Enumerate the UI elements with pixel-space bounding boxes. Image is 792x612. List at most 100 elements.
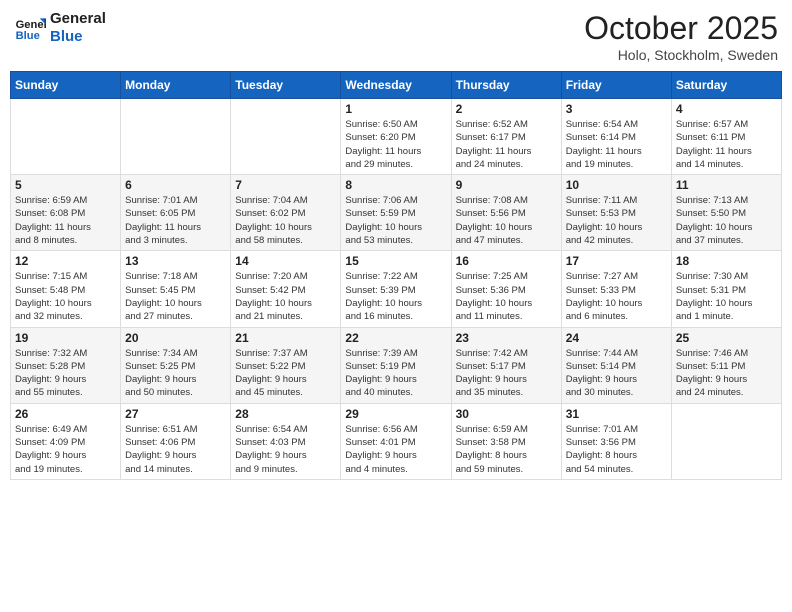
calendar-cell: 18Sunrise: 7:30 AM Sunset: 5:31 PM Dayli…	[671, 251, 781, 327]
day-info: Sunrise: 7:08 AM Sunset: 5:56 PM Dayligh…	[456, 194, 557, 247]
weekday-header: Wednesday	[341, 72, 451, 99]
day-info: Sunrise: 7:18 AM Sunset: 5:45 PM Dayligh…	[125, 270, 226, 323]
day-number: 17	[566, 254, 667, 268]
calendar-cell: 2 Sunrise: 6:52 AM Sunset: 6:17 PM Daylig…	[451, 99, 561, 175]
day-info: Sunrise: 7:27 AM Sunset: 5:33 PM Dayligh…	[566, 270, 667, 323]
day-number: 23	[456, 331, 557, 345]
day-info: Sunrise: 7:44 AM Sunset: 5:14 PM Dayligh…	[566, 347, 667, 400]
title-block: October 2025 Holo, Stockholm, Sweden	[584, 10, 778, 63]
day-number: 5	[15, 178, 116, 192]
calendar-cell: 19Sunrise: 7:32 AM Sunset: 5:28 PM Dayli…	[11, 327, 121, 403]
day-info: Sunrise: 7:01 AM Sunset: 3:56 PM Dayligh…	[566, 423, 667, 476]
day-info: Sunrise: 7:42 AM Sunset: 5:17 PM Dayligh…	[456, 347, 557, 400]
calendar-cell	[11, 99, 121, 175]
calendar-cell: 23 Sunrise: 7:42 AM Sunset: 5:17 PM Dayli…	[451, 327, 561, 403]
day-info: Sunrise: 7:06 AM Sunset: 5:59 PM Dayligh…	[345, 194, 446, 247]
calendar-cell: 17 Sunrise: 7:27 AM Sunset: 5:33 PM Dayli…	[561, 251, 671, 327]
day-number: 9	[456, 178, 557, 192]
day-info: Sunrise: 7:34 AM Sunset: 5:25 PM Dayligh…	[125, 347, 226, 400]
calendar-week-row: 19Sunrise: 7:32 AM Sunset: 5:28 PM Dayli…	[11, 327, 782, 403]
day-info: Sunrise: 6:56 AM Sunset: 4:01 PM Dayligh…	[345, 423, 446, 476]
calendar-cell: 20Sunrise: 7:34 AM Sunset: 5:25 PM Dayli…	[121, 327, 231, 403]
weekday-header: Friday	[561, 72, 671, 99]
calendar-header-row: SundayMondayTuesdayWednesdayThursdayFrid…	[11, 72, 782, 99]
calendar-cell: 25 Sunrise: 7:46 AM Sunset: 5:11 PM Dayli…	[671, 327, 781, 403]
calendar-cell	[671, 403, 781, 479]
calendar-cell: 7Sunrise: 7:04 AM Sunset: 6:02 PM Daylig…	[231, 175, 341, 251]
day-number: 3	[566, 102, 667, 116]
day-info: Sunrise: 7:37 AM Sunset: 5:22 PM Dayligh…	[235, 347, 336, 400]
calendar-cell: 14 Sunrise: 7:20 AM Sunset: 5:42 PM Dayli…	[231, 251, 341, 327]
calendar-table: SundayMondayTuesdayWednesdayThursdayFrid…	[10, 71, 782, 480]
svg-text:Blue: Blue	[16, 30, 40, 42]
calendar-cell: 24 Sunrise: 7:44 AM Sunset: 5:14 PM Dayli…	[561, 327, 671, 403]
day-info: Sunrise: 7:20 AM Sunset: 5:42 PM Dayligh…	[235, 270, 336, 323]
day-number: 1	[345, 102, 446, 116]
calendar-cell: 1 Sunrise: 6:50 AM Sunset: 6:20 PM Daylig…	[341, 99, 451, 175]
day-info: Sunrise: 7:32 AM Sunset: 5:28 PM Dayligh…	[15, 347, 116, 400]
calendar-cell: 10 Sunrise: 7:11 AM Sunset: 5:53 PM Dayli…	[561, 175, 671, 251]
logo-icon: General Blue	[14, 12, 46, 44]
weekday-header: Saturday	[671, 72, 781, 99]
calendar-week-row: 5Sunrise: 6:59 AM Sunset: 6:08 PM Daylig…	[11, 175, 782, 251]
day-info: Sunrise: 6:54 AM Sunset: 4:03 PM Dayligh…	[235, 423, 336, 476]
calendar-cell: 11 Sunrise: 7:13 AM Sunset: 5:50 PM Dayli…	[671, 175, 781, 251]
day-info: Sunrise: 6:57 AM Sunset: 6:11 PM Dayligh…	[676, 118, 777, 171]
svg-text:General: General	[16, 19, 46, 31]
day-number: 2	[456, 102, 557, 116]
day-info: Sunrise: 7:39 AM Sunset: 5:19 PM Dayligh…	[345, 347, 446, 400]
day-info: Sunrise: 6:49 AM Sunset: 4:09 PM Dayligh…	[15, 423, 116, 476]
weekday-header: Tuesday	[231, 72, 341, 99]
page-header: General Blue General Blue October 2025 H…	[10, 10, 782, 63]
day-info: Sunrise: 6:52 AM Sunset: 6:17 PM Dayligh…	[456, 118, 557, 171]
day-info: Sunrise: 6:51 AM Sunset: 4:06 PM Dayligh…	[125, 423, 226, 476]
calendar-cell: 4Sunrise: 6:57 AM Sunset: 6:11 PM Daylig…	[671, 99, 781, 175]
day-number: 6	[125, 178, 226, 192]
day-number: 21	[235, 331, 336, 345]
day-number: 26	[15, 407, 116, 421]
day-number: 13	[125, 254, 226, 268]
calendar-cell: 31Sunrise: 7:01 AM Sunset: 3:56 PM Dayli…	[561, 403, 671, 479]
day-number: 28	[235, 407, 336, 421]
calendar-cell	[121, 99, 231, 175]
day-number: 7	[235, 178, 336, 192]
day-number: 18	[676, 254, 777, 268]
calendar-week-row: 12Sunrise: 7:15 AM Sunset: 5:48 PM Dayli…	[11, 251, 782, 327]
calendar-cell: 28 Sunrise: 6:54 AM Sunset: 4:03 PM Dayli…	[231, 403, 341, 479]
weekday-header: Sunday	[11, 72, 121, 99]
day-info: Sunrise: 7:13 AM Sunset: 5:50 PM Dayligh…	[676, 194, 777, 247]
day-number: 14	[235, 254, 336, 268]
calendar-cell: 8Sunrise: 7:06 AM Sunset: 5:59 PM Daylig…	[341, 175, 451, 251]
month-title: October 2025	[584, 10, 778, 47]
day-number: 11	[676, 178, 777, 192]
day-info: Sunrise: 7:25 AM Sunset: 5:36 PM Dayligh…	[456, 270, 557, 323]
logo-text-blue: Blue	[50, 28, 106, 46]
calendar-cell: 27 Sunrise: 6:51 AM Sunset: 4:06 PM Dayli…	[121, 403, 231, 479]
calendar-cell: 29 Sunrise: 6:56 AM Sunset: 4:01 PM Dayli…	[341, 403, 451, 479]
calendar-cell	[231, 99, 341, 175]
calendar-cell: 5Sunrise: 6:59 AM Sunset: 6:08 PM Daylig…	[11, 175, 121, 251]
calendar-week-row: 26 Sunrise: 6:49 AM Sunset: 4:09 PM Dayli…	[11, 403, 782, 479]
calendar-week-row: 1 Sunrise: 6:50 AM Sunset: 6:20 PM Daylig…	[11, 99, 782, 175]
day-number: 10	[566, 178, 667, 192]
logo-text-general: General	[50, 10, 106, 28]
calendar-cell: 22Sunrise: 7:39 AM Sunset: 5:19 PM Dayli…	[341, 327, 451, 403]
calendar-cell: 15Sunrise: 7:22 AM Sunset: 5:39 PM Dayli…	[341, 251, 451, 327]
day-number: 29	[345, 407, 446, 421]
weekday-header: Thursday	[451, 72, 561, 99]
day-number: 25	[676, 331, 777, 345]
day-number: 24	[566, 331, 667, 345]
day-info: Sunrise: 7:11 AM Sunset: 5:53 PM Dayligh…	[566, 194, 667, 247]
location: Holo, Stockholm, Sweden	[584, 47, 778, 63]
calendar-cell: 3Sunrise: 6:54 AM Sunset: 6:14 PM Daylig…	[561, 99, 671, 175]
day-info: Sunrise: 7:46 AM Sunset: 5:11 PM Dayligh…	[676, 347, 777, 400]
day-info: Sunrise: 7:15 AM Sunset: 5:48 PM Dayligh…	[15, 270, 116, 323]
day-number: 27	[125, 407, 226, 421]
day-info: Sunrise: 6:50 AM Sunset: 6:20 PM Dayligh…	[345, 118, 446, 171]
calendar-cell: 30Sunrise: 6:59 AM Sunset: 3:58 PM Dayli…	[451, 403, 561, 479]
day-number: 30	[456, 407, 557, 421]
calendar-cell: 9 Sunrise: 7:08 AM Sunset: 5:56 PM Daylig…	[451, 175, 561, 251]
logo: General Blue General Blue	[14, 10, 106, 46]
day-number: 15	[345, 254, 446, 268]
calendar-cell: 26 Sunrise: 6:49 AM Sunset: 4:09 PM Dayli…	[11, 403, 121, 479]
